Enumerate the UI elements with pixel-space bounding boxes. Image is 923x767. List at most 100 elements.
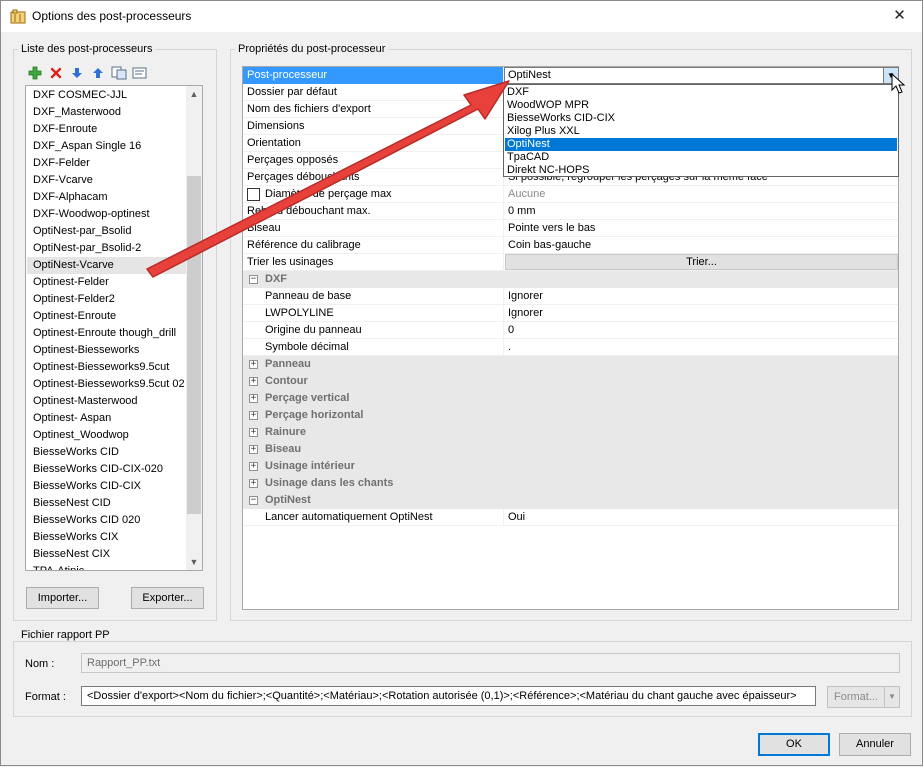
list-item[interactable]: DXF_Masterwood (27, 104, 187, 121)
move-down-icon[interactable] (69, 65, 85, 81)
property-row[interactable]: Trier les usinages Trier... (243, 254, 898, 271)
expand-icon[interactable]: + (249, 479, 258, 488)
property-row[interactable]: Lancer automatiquement OptiNest Oui (243, 509, 898, 526)
property-value[interactable]: Oui (505, 509, 898, 526)
list-item[interactable]: BiesseWorks CIX (27, 529, 187, 546)
report-format-field[interactable]: <Dossier d'export><Nom du fichier>;<Quan… (81, 686, 816, 706)
expand-icon[interactable]: + (249, 411, 258, 420)
list-item[interactable]: DXF_Aspan Single 16 (27, 138, 187, 155)
property-value[interactable]: 0 mm (505, 203, 898, 220)
list-item[interactable]: DXF-Vcarve (27, 172, 187, 189)
list-item[interactable]: BiesseWorks CID-CIX-020 (27, 461, 187, 478)
list-item[interactable]: DXF-Enroute (27, 121, 187, 138)
properties-label: Propriétés du post-processeur (235, 43, 389, 55)
property-row[interactable]: LWPOLYLINE Ignorer (243, 305, 898, 322)
list-item[interactable]: Optinest-Felder2 (27, 291, 187, 308)
list-item[interactable]: TPA-Atipic (27, 563, 187, 570)
copy-icon[interactable] (111, 65, 127, 81)
property-value[interactable]: Ignorer (505, 288, 898, 305)
collapse-icon[interactable]: − (249, 275, 258, 284)
list-item[interactable]: DXF-Woodwop-optinest (27, 206, 187, 223)
list-item[interactable]: DXF COSMEC-JJL (27, 87, 187, 104)
ok-button[interactable]: OK (758, 733, 830, 756)
list-item[interactable]: Optinest_Woodwop (27, 427, 187, 444)
list-item[interactable]: Optinest-Enroute (27, 308, 187, 325)
property-category[interactable]: + Usinage dans les chants (243, 475, 898, 492)
list-item[interactable]: OptiNest-Vcarve (27, 257, 187, 274)
expand-icon[interactable]: + (249, 394, 258, 403)
list-item[interactable]: Optinest-Biesseworks9.5cut (27, 359, 187, 376)
dropdown-option[interactable]: Direkt NC-HOPS (505, 164, 897, 177)
property-value[interactable]: Aucune (505, 186, 898, 203)
property-row[interactable]: Panneau de base Ignorer (243, 288, 898, 305)
list-item[interactable]: Optinest-Biesseworks (27, 342, 187, 359)
rename-icon[interactable] (132, 65, 148, 81)
property-row[interactable]: Rebord débouchant max. 0 mm (243, 203, 898, 220)
expand-icon[interactable]: + (249, 428, 258, 437)
add-icon[interactable] (27, 65, 43, 81)
format-button[interactable]: Format... (827, 686, 885, 708)
property-row[interactable]: Référence du calibrage Coin bas-gauche (243, 237, 898, 254)
list-item[interactable]: BiesseNest CID (27, 495, 187, 512)
import-button[interactable]: Importer... (26, 587, 99, 609)
dropdown-option[interactable]: WoodWOP MPR (505, 99, 897, 112)
post-processor-list[interactable]: TPA-par_defautTPA-AtipicBiesseNest CIXBi… (25, 85, 203, 571)
list-scrollbar[interactable]: ▲ ▼ (186, 86, 202, 570)
close-icon[interactable]: ✕ (877, 1, 922, 31)
property-row[interactable]: Diamètre de perçage max Aucune (243, 186, 898, 203)
post-processor-combo[interactable]: OptiNest ▼ (504, 67, 899, 84)
expand-icon[interactable]: + (249, 360, 258, 369)
move-up-icon[interactable] (90, 65, 106, 81)
list-item[interactable]: DXF-Alphacam (27, 189, 187, 206)
scroll-down-icon[interactable]: ▼ (186, 554, 202, 570)
property-category[interactable]: + Perçage horizontal (243, 407, 898, 424)
collapse-icon[interactable]: − (249, 496, 258, 505)
report-name-field[interactable]: Rapport_PP.txt (81, 653, 900, 673)
export-button[interactable]: Exporter... (131, 587, 204, 609)
property-row[interactable]: Biseau Pointe vers le bas (243, 220, 898, 237)
property-value[interactable]: . (505, 339, 898, 356)
property-checkbox[interactable] (247, 188, 260, 201)
expand-icon[interactable]: + (249, 462, 258, 471)
format-dropdown-icon[interactable]: ▼ (884, 686, 900, 708)
expand-icon[interactable]: + (249, 445, 258, 454)
property-value[interactable]: Pointe vers le bas (505, 220, 898, 237)
cancel-button[interactable]: Annuler (839, 733, 911, 756)
list-item[interactable]: OptiNest-par_Bsolid-2 (27, 240, 187, 257)
property-category[interactable]: − DXF (243, 271, 898, 288)
list-item[interactable]: Optinest-Enroute though_drill (27, 325, 187, 342)
property-value[interactable]: Ignorer (505, 305, 898, 322)
property-category[interactable]: + Usinage intérieur (243, 458, 898, 475)
dropdown-option[interactable]: TpaCAD (505, 151, 897, 164)
list-item[interactable]: Optinest-Masterwood (27, 393, 187, 410)
list-item[interactable]: BiesseWorks CID-CIX (27, 478, 187, 495)
property-category[interactable]: + Perçage vertical (243, 390, 898, 407)
delete-icon[interactable] (48, 65, 64, 81)
scroll-thumb[interactable] (187, 176, 201, 514)
dropdown-option[interactable]: Xilog Plus XXL (505, 125, 897, 138)
property-value[interactable]: Coin bas-gauche (505, 237, 898, 254)
post-processor-dropdown-list[interactable]: DXF WoodWOP MPR BiesseWorks CID-CIX Xilog P… (503, 84, 899, 177)
dropdown-option[interactable]: DXF (505, 86, 897, 99)
dropdown-option[interactable]: OptiNest (505, 138, 897, 151)
list-item[interactable]: DXF-Felder (27, 155, 187, 172)
scroll-up-icon[interactable]: ▲ (186, 86, 202, 102)
property-row[interactable]: Origine du panneau 0 (243, 322, 898, 339)
list-item[interactable]: OptiNest-par_Bsolid (27, 223, 187, 240)
dropdown-option[interactable]: BiesseWorks CID-CIX (505, 112, 897, 125)
property-category[interactable]: + Rainure (243, 424, 898, 441)
property-value[interactable]: 0 (505, 322, 898, 339)
property-category[interactable]: + Panneau (243, 356, 898, 373)
list-item[interactable]: Optinest-Biesseworks9.5cut 02 (27, 376, 187, 393)
list-item[interactable]: BiesseWorks CID 020 (27, 512, 187, 529)
property-row[interactable]: Symbole décimal. (243, 339, 898, 356)
list-item[interactable]: Optinest- Aspan (27, 410, 187, 427)
list-item[interactable]: BiesseNest CIX (27, 546, 187, 563)
list-item[interactable]: Optinest-Felder (27, 274, 187, 291)
property-category[interactable]: − OptiNest (243, 492, 898, 509)
sort-button[interactable]: Trier... (505, 254, 898, 270)
property-category[interactable]: + Biseau (243, 441, 898, 458)
list-item[interactable]: BiesseWorks CID (27, 444, 187, 461)
expand-icon[interactable]: + (249, 377, 258, 386)
property-category[interactable]: + Contour (243, 373, 898, 390)
